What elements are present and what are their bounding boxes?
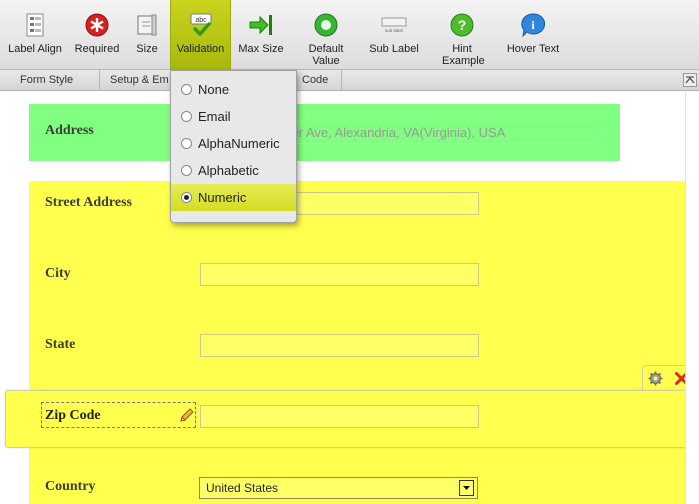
required-button[interactable]: Required: [70, 0, 124, 70]
hint-example-label: Hint Example: [442, 43, 485, 67]
validation-label: Validation: [176, 43, 225, 55]
default-value-label: Default Value: [308, 43, 344, 67]
pencil-icon[interactable]: [179, 408, 194, 423]
city-label: City: [45, 266, 71, 281]
radio-icon: [181, 84, 192, 95]
state-label: State: [45, 337, 76, 352]
size-label: Size: [136, 43, 158, 55]
option-label: Email: [198, 109, 231, 124]
tab-form-style[interactable]: Form Style: [10, 70, 100, 91]
size-button[interactable]: Size: [128, 0, 166, 70]
label-align-button[interactable]: Label Align: [2, 0, 68, 70]
validation-option-none[interactable]: None: [171, 76, 296, 103]
radio-icon: [181, 138, 192, 149]
sub-label-icon: sub label: [381, 17, 407, 33]
address-input[interactable]: ver Ave, Alexandria, VA(Virginia), USA: [278, 121, 598, 144]
radio-icon: [181, 111, 192, 122]
option-label: Numeric: [198, 190, 247, 205]
radio-icon: [181, 165, 192, 176]
validation-button[interactable]: abc Validation: [170, 0, 231, 70]
option-label: Alphabetic: [198, 163, 259, 178]
required-label: Required: [74, 43, 120, 55]
sub-label-label: Sub Label: [369, 43, 419, 55]
country-select[interactable]: United States: [199, 477, 478, 499]
zip-code-label: Zip Code: [45, 408, 101, 423]
sub-label-button[interactable]: sub label Sub Label: [364, 0, 424, 70]
collapse-toolbar-button[interactable]: [683, 73, 697, 87]
size-icon: [137, 14, 157, 36]
chevron-down-icon[interactable]: [459, 480, 474, 496]
default-value-button[interactable]: Default Value: [298, 0, 354, 70]
street-address-label: Street Address: [45, 195, 132, 210]
option-label: AlphaNumeric: [198, 136, 280, 151]
country-selected-value: United States: [206, 481, 279, 495]
validation-option-alphabetic[interactable]: Alphabetic: [171, 157, 296, 184]
max-size-icon: [249, 15, 272, 35]
required-icon: [85, 13, 109, 37]
max-size-button[interactable]: Max Size: [234, 0, 288, 70]
info-icon: i: [521, 13, 546, 38]
tab-code[interactable]: Code: [292, 70, 342, 91]
tab-strip: Form Style Setup & Em Code: [0, 70, 699, 91]
country-label: Country: [45, 479, 96, 494]
gear-icon[interactable]: [648, 371, 663, 386]
max-size-label: Max Size: [238, 43, 284, 55]
hint-icon: ?: [450, 13, 474, 37]
sub-label-badge: sub label: [385, 28, 403, 33]
validation-icon: abc: [190, 13, 211, 36]
validation-option-alphanumeric[interactable]: AlphaNumeric: [171, 130, 296, 157]
radio-selected-icon: [181, 192, 192, 203]
hover-text-label: Hover Text: [506, 43, 560, 55]
label-align-label: Label Align: [8, 43, 62, 55]
validation-badge: abc: [195, 17, 207, 24]
right-scroll-gutter: [685, 92, 699, 504]
hover-text-button[interactable]: i Hover Text: [502, 0, 564, 70]
properties-toolbar: Label Align Required Size abc Validation…: [0, 0, 699, 70]
address-label: Address: [45, 123, 94, 138]
svg-text:?: ?: [458, 17, 467, 33]
hint-example-button[interactable]: ? Hint Example: [436, 0, 488, 70]
tab-setup-email[interactable]: Setup & Em: [100, 70, 180, 91]
validation-option-numeric[interactable]: Numeric: [171, 184, 296, 211]
option-label: None: [198, 82, 230, 97]
zip-code-input[interactable]: [200, 405, 479, 428]
default-value-icon: [314, 13, 338, 37]
city-input[interactable]: [200, 263, 479, 286]
collapse-icon: [685, 76, 695, 84]
state-input[interactable]: [200, 334, 479, 357]
validation-option-email[interactable]: Email: [171, 103, 296, 130]
validation-menu: None Email AlphaNumeric Alphabetic Numer…: [170, 70, 297, 223]
label-align-icon: [26, 13, 44, 37]
